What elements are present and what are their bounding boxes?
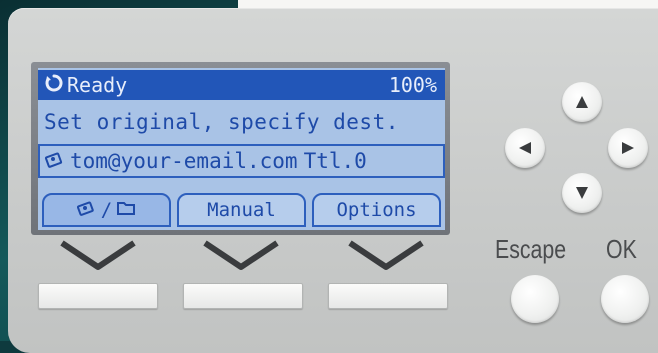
- status-bar: Ready 100%: [38, 70, 445, 100]
- arrow-up-button[interactable]: [562, 82, 602, 122]
- soft-key-2[interactable]: [183, 283, 303, 309]
- ok-label: OK: [606, 234, 637, 264]
- address-book-icon: [44, 149, 64, 174]
- arrow-up-icon: [576, 96, 588, 108]
- ok-button[interactable]: [601, 275, 649, 323]
- escape-label: Escape: [495, 234, 567, 264]
- chevron-down-icon: [60, 240, 136, 270]
- escape-button[interactable]: [511, 275, 559, 323]
- destination-field[interactable]: tom@your-email.com Ttl.0: [38, 144, 445, 178]
- message-text: Set original, specify dest.: [44, 110, 399, 134]
- folder-icon: [116, 199, 136, 221]
- arrow-right-button[interactable]: [608, 128, 648, 168]
- arrow-down-button[interactable]: [562, 173, 602, 213]
- address-book-icon: [76, 199, 97, 222]
- tab-manual[interactable]: Manual: [177, 193, 306, 227]
- destination-email: tom@your-email.com: [70, 149, 298, 173]
- status-text: Ready: [67, 73, 128, 97]
- soft-key-1[interactable]: [38, 283, 158, 309]
- instruction-message: Set original, specify dest.: [38, 107, 445, 137]
- tab-address-book-folder[interactable]: /: [42, 193, 171, 227]
- soft-key-3[interactable]: [328, 283, 448, 309]
- tab-options[interactable]: Options: [312, 193, 441, 227]
- power-icon: [44, 73, 64, 98]
- arrow-left-icon: [519, 142, 531, 154]
- chevron-down-icon: [348, 240, 424, 270]
- destination-total: Ttl.0: [303, 149, 367, 173]
- lcd-screen: Ready 100% Set original, specify dest. t…: [38, 68, 445, 230]
- tab-label: Options: [336, 199, 417, 221]
- arrow-down-icon: [576, 187, 588, 199]
- tab-separator: /: [100, 199, 113, 221]
- arrow-right-icon: [622, 142, 634, 154]
- tab-label: Manual: [207, 199, 276, 221]
- chevron-down-icon: [203, 240, 279, 270]
- soft-tabs: / Manual Options: [38, 186, 445, 228]
- status-value: 100%: [388, 73, 437, 97]
- arrow-left-button[interactable]: [505, 128, 545, 168]
